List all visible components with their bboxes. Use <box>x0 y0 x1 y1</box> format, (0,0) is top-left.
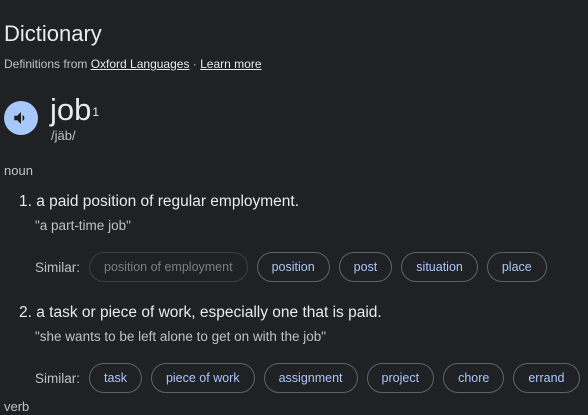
similar-label: Similar: <box>35 370 81 386</box>
similar-chip[interactable]: task <box>89 363 142 393</box>
source-line: Definitions from Oxford Languages · Lear… <box>4 56 262 72</box>
speaker-icon <box>12 109 30 127</box>
definition-2: 2. a task or piece of work, especially o… <box>19 304 382 321</box>
similar-chip[interactable]: situation <box>401 252 478 282</box>
phonetic-spelling: /jäb/ <box>51 128 76 143</box>
part-of-speech-verb: verb <box>4 399 30 414</box>
headword: job1 <box>50 90 99 130</box>
source-separator: · <box>189 57 201 71</box>
oxford-languages-link[interactable]: Oxford Languages <box>91 57 190 71</box>
homograph-number: 1 <box>92 105 100 119</box>
similar-chip[interactable]: errand <box>513 363 580 393</box>
learn-more-link[interactable]: Learn more <box>200 57 261 71</box>
part-of-speech-noun: noun <box>4 163 33 178</box>
similar-chip[interactable]: post <box>338 252 393 282</box>
pronunciation-button[interactable] <box>4 101 38 135</box>
similar-chip[interactable]: place <box>486 252 547 282</box>
definition-1: 1. a paid position of regular employment… <box>19 193 300 210</box>
similar-chip: position of employment <box>89 252 248 282</box>
similar-chip[interactable]: project <box>366 363 435 393</box>
similar-chip[interactable]: assignment <box>263 363 358 393</box>
similar-chip[interactable]: position <box>256 252 330 282</box>
example-1: "a part-time job" <box>35 218 131 233</box>
similar-label: Similar: <box>35 259 81 275</box>
example-2: "she wants to be left alone to get on wi… <box>35 329 327 344</box>
headword-text: job <box>50 92 92 127</box>
similar-row-2: Similar: task piece of work assignment p… <box>35 362 588 394</box>
similar-chip[interactable]: chore <box>443 363 505 393</box>
similar-row-1: Similar: position of employment position… <box>35 251 556 283</box>
page-title: Dictionary <box>4 21 102 46</box>
similar-chip[interactable]: piece of work <box>150 363 255 393</box>
source-prefix: Definitions from <box>4 57 91 71</box>
